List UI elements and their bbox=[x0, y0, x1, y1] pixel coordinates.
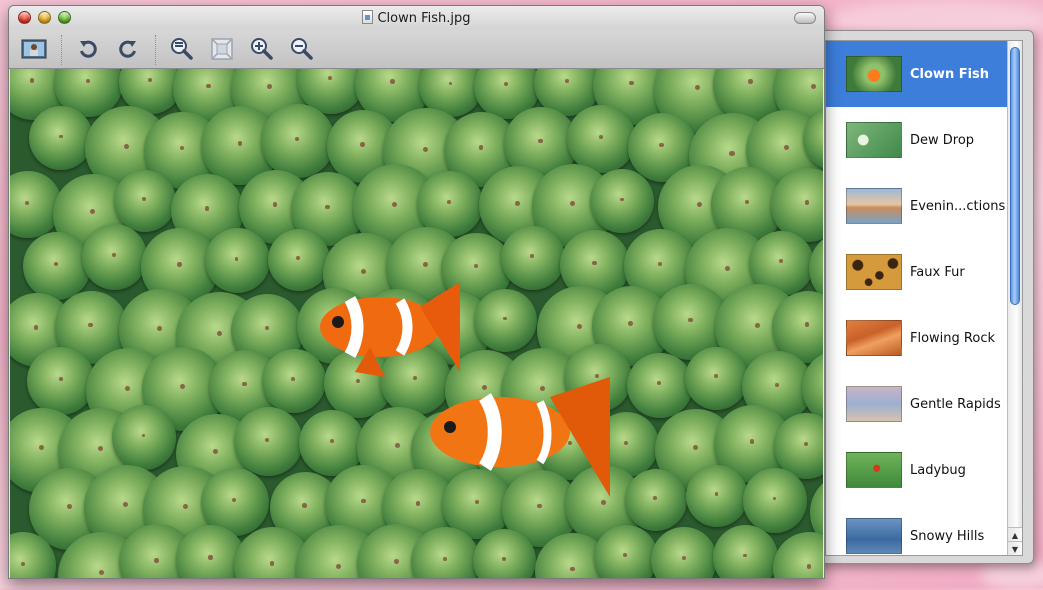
thumbnail-label: Evenin...ctions bbox=[910, 198, 1006, 214]
zoom-in-icon bbox=[251, 38, 273, 60]
vertical-scrollbar[interactable]: ▲ ▼ bbox=[1007, 41, 1022, 555]
thumbnail-label: Clown Fish bbox=[910, 66, 990, 82]
thumbnail-item-snowy-hills[interactable]: Snowy Hills bbox=[826, 503, 1008, 555]
thumbnail-image bbox=[846, 56, 902, 92]
anemone-tentacle bbox=[685, 346, 749, 410]
rotate-right-button[interactable] bbox=[115, 36, 141, 62]
thumbnail-image bbox=[846, 254, 902, 290]
actual-size-button[interactable] bbox=[169, 36, 195, 62]
thumbnail-label: Faux Fur bbox=[910, 264, 965, 280]
thumbnail-label: Dew Drop bbox=[910, 132, 975, 148]
thumbnail-item-clown-fish[interactable]: Clown Fish bbox=[826, 41, 1008, 107]
thumbnail-image bbox=[846, 122, 902, 158]
title-bar[interactable]: Clown Fish.jpg bbox=[9, 6, 824, 30]
toolbar-separator bbox=[155, 35, 156, 65]
toolbar-toggle-button[interactable] bbox=[794, 12, 816, 24]
clown-fish-image bbox=[320, 282, 610, 497]
thumbnail-label: Flowing Rock bbox=[910, 330, 995, 346]
scroll-up-arrow-icon[interactable]: ▲ bbox=[1008, 527, 1022, 542]
thumbnail-image bbox=[846, 188, 902, 224]
thumbnail-item-evening[interactable]: Evenin...ctions bbox=[826, 173, 1008, 239]
anemone-tentacle bbox=[743, 468, 808, 533]
thumbnail-item-ladybug[interactable]: Ladybug bbox=[826, 437, 1008, 503]
photo-icon bbox=[21, 39, 47, 59]
thumbnail-image bbox=[846, 518, 902, 554]
anemone-tentacle bbox=[590, 169, 655, 234]
anemone-tentacle bbox=[593, 524, 658, 578]
anemone-tentacle bbox=[81, 224, 148, 290]
slideshow-button[interactable] bbox=[21, 36, 47, 62]
thumbnail-item-faux-fur[interactable]: Faux Fur bbox=[826, 239, 1008, 305]
zoom-in-button[interactable] bbox=[249, 36, 275, 62]
zoom-out-icon bbox=[291, 38, 313, 60]
thumbnail-item-dew-drop[interactable]: Dew Drop bbox=[826, 107, 1008, 173]
zoom-to-fit-button[interactable] bbox=[209, 36, 235, 62]
thumbnail-image bbox=[846, 452, 902, 488]
anemone-tentacle bbox=[713, 525, 779, 578]
thumbnail-drawer: Clown Fish Dew Drop Evenin...ctions Faux… bbox=[812, 30, 1034, 564]
thumbnail-image bbox=[846, 320, 902, 356]
anemone-tentacle bbox=[651, 527, 718, 578]
anemone-tentacle bbox=[113, 169, 176, 233]
toolbar bbox=[9, 30, 824, 69]
rotate-left-button[interactable] bbox=[75, 36, 101, 62]
thumbnail-label: Snowy Hills bbox=[910, 528, 985, 544]
anemone-tentacle bbox=[260, 104, 335, 179]
window-title-group: Clown Fish.jpg bbox=[9, 10, 824, 26]
thumbnail-image bbox=[846, 386, 902, 422]
desktop-background-streak bbox=[980, 560, 1043, 590]
zoom-fit-icon bbox=[211, 38, 233, 60]
zoom-actual-icon bbox=[171, 38, 193, 60]
anemone-tentacle bbox=[624, 468, 687, 531]
anemone-tentacle bbox=[773, 532, 823, 578]
anemone-tentacle bbox=[204, 228, 270, 293]
thumbnail-label: Gentle Rapids bbox=[910, 396, 1001, 412]
image-canvas[interactable] bbox=[10, 69, 823, 578]
rotate-right-icon bbox=[119, 40, 136, 58]
thumbnail-item-flowing-rock[interactable]: Flowing Rock bbox=[826, 305, 1008, 371]
anemone-tentacle bbox=[627, 352, 693, 418]
anemone-tentacle bbox=[686, 464, 749, 528]
anemone-tentacle bbox=[567, 105, 636, 174]
zoom-out-button[interactable] bbox=[289, 36, 315, 62]
window-title: Clown Fish.jpg bbox=[377, 11, 471, 26]
preview-window: Clown Fish.jpg bbox=[8, 5, 825, 579]
anemone-tentacle bbox=[29, 106, 94, 171]
document-proxy-icon[interactable] bbox=[362, 10, 374, 24]
thumbnail-item-gentle-rapids[interactable]: Gentle Rapids bbox=[826, 371, 1008, 437]
anemone-tentacle bbox=[112, 405, 177, 470]
scrollbar-thumb[interactable] bbox=[1010, 47, 1020, 305]
anemone-tentacle bbox=[233, 407, 303, 477]
toolbar-separator bbox=[61, 35, 62, 65]
thumbnail-label: Ladybug bbox=[910, 462, 966, 478]
rotate-left-icon bbox=[80, 40, 97, 58]
thumbnail-list: Clown Fish Dew Drop Evenin...ctions Faux… bbox=[826, 41, 1008, 555]
scroll-down-arrow-icon[interactable]: ▼ bbox=[1008, 541, 1022, 555]
anemone-tentacle bbox=[27, 347, 96, 416]
thumbnail-list-panel: Clown Fish Dew Drop Evenin...ctions Faux… bbox=[825, 40, 1023, 556]
anemone-tentacle bbox=[22, 231, 91, 300]
